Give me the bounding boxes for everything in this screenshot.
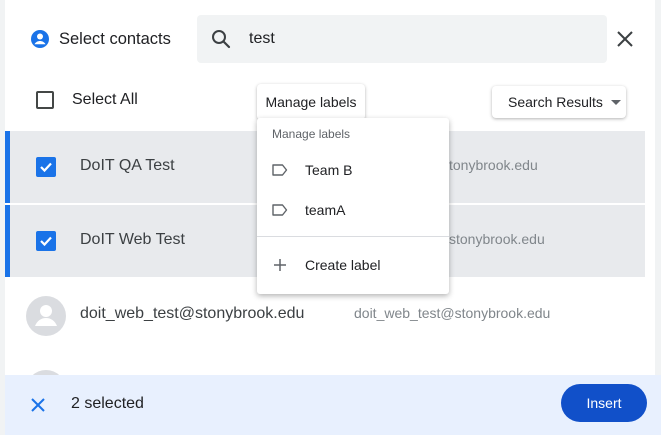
- label-outline-icon: [272, 202, 288, 218]
- contact-name: DoIT Web Test: [80, 231, 185, 248]
- label-item-team-b[interactable]: Team B: [257, 152, 449, 188]
- check-icon: [40, 162, 52, 173]
- create-label-text: Create label: [305, 257, 381, 273]
- contact-email: tonybrook.edu: [449, 157, 538, 173]
- chevron-down-icon: [610, 99, 621, 105]
- close-icon: [617, 31, 633, 47]
- close-icon: [31, 398, 45, 412]
- contact-checkbox[interactable]: [36, 157, 56, 177]
- avatar: [26, 296, 66, 336]
- search-box[interactable]: [197, 15, 607, 63]
- person-placeholder-icon: [35, 305, 57, 326]
- search-results-label: Search Results: [508, 94, 603, 110]
- dialog-title: Select contacts: [30, 27, 171, 51]
- search-results-dropdown[interactable]: Search Results: [492, 86, 626, 118]
- contact-email: doit_web_test@stonybrook.edu: [354, 305, 551, 321]
- select-all-label: Select All: [72, 91, 138, 108]
- dialog-title-text: Select contacts: [59, 29, 171, 48]
- contact-name: DoIT QA Test: [80, 157, 175, 174]
- contact-email: stonybrook.edu: [449, 231, 545, 247]
- select-all-control[interactable]: Select All: [36, 91, 138, 109]
- plus-icon: [272, 257, 288, 273]
- label-item-text: Team B: [305, 162, 353, 178]
- create-label-item[interactable]: Create label: [257, 247, 449, 283]
- menu-header: Manage labels: [272, 127, 351, 141]
- frame-edge-right: [655, 0, 661, 435]
- contact-name: doit_web_test@stonybrook.edu: [80, 305, 305, 322]
- clear-selection-button[interactable]: [25, 392, 51, 418]
- selection-footer: 2 selected Insert: [5, 375, 661, 435]
- account-circle-icon: [30, 29, 50, 49]
- selected-indicator: [5, 131, 10, 203]
- label-item-teama[interactable]: teamA: [257, 192, 449, 228]
- label-item-text: teamA: [305, 202, 346, 218]
- manage-labels-button[interactable]: Manage labels: [257, 84, 365, 120]
- search-input[interactable]: [249, 25, 579, 53]
- menu-divider: [257, 236, 449, 237]
- search-icon: [209, 27, 233, 51]
- selected-indicator: [5, 205, 10, 277]
- label-outline-icon: [272, 162, 288, 178]
- select-all-checkbox[interactable]: [36, 91, 54, 109]
- close-dialog-button[interactable]: [611, 25, 639, 53]
- manage-labels-menu: Manage labels Team B teamA Create label: [257, 118, 449, 294]
- contact-checkbox[interactable]: [36, 231, 56, 251]
- check-icon: [40, 236, 52, 247]
- insert-button[interactable]: Insert: [561, 384, 647, 422]
- selected-count: 2 selected: [71, 395, 144, 412]
